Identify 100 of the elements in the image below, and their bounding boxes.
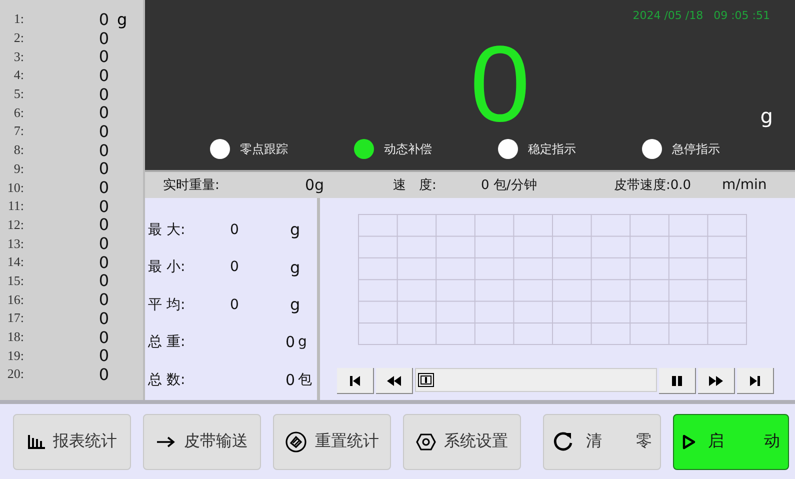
stat-value: 0 (284, 333, 295, 352)
stat-value: 0 (230, 222, 240, 238)
button-label: 启 (708, 431, 724, 452)
unit-label: g (290, 258, 300, 277)
refresh-icon (552, 430, 574, 452)
row-value: 0 (98, 28, 109, 48)
arrow-right-icon (156, 436, 176, 448)
skip-forward-icon (749, 374, 761, 386)
skip-back-icon (349, 374, 361, 386)
row-index: 15: (6, 272, 24, 289)
toolbar-button[interactable]: 重置统计 (273, 414, 391, 470)
forward-button[interactable] (698, 368, 735, 394)
stat-value: 0 (230, 259, 240, 276)
button-label: 系统设置 (444, 431, 508, 452)
row-index: 5: (12, 86, 24, 102)
indicator-label: 稳定指示 (528, 140, 576, 158)
toolbar-button[interactable]: 系统设置 (403, 414, 521, 470)
button-label: 皮带输送 (184, 431, 248, 452)
row-index: 16: (6, 292, 24, 308)
stat-value: 0 (230, 296, 240, 313)
button-label: 报表统计 (53, 431, 117, 452)
stat-label: 平 均: (148, 296, 186, 314)
toolbar-button[interactable]: 清 零 (543, 414, 661, 470)
indicator-label: 零点跟踪 (240, 140, 288, 158)
indicator-label: 急停指示 (672, 140, 720, 158)
button-label: 零 (636, 431, 652, 452)
row-value: 0 (98, 140, 109, 160)
row-value: 0 (98, 346, 109, 366)
button-label: 重置统计 (315, 431, 379, 452)
stat-label: 最 小: (148, 258, 186, 276)
row-value: 0 (98, 66, 109, 85)
row-value: 0 (98, 234, 109, 254)
pause-icon (671, 374, 683, 386)
unit-label: g (290, 220, 300, 240)
last-button[interactable] (737, 368, 774, 394)
rewind-button[interactable] (376, 368, 413, 394)
bar-chart-icon (27, 434, 45, 450)
row-index: 8: (12, 142, 24, 158)
row-index: 17: (6, 310, 24, 326)
row-index: 11: (6, 198, 24, 214)
button-label: 动 (764, 431, 780, 452)
stat-value: 0 (284, 370, 295, 389)
fast-forward-icon (708, 374, 724, 386)
rewind-icon (386, 374, 402, 386)
row-value: 0 (98, 103, 109, 122)
scroll-thumb-icon[interactable] (418, 373, 434, 387)
unit-label: g (290, 295, 300, 314)
indicator-label: 动态补偿 (384, 140, 432, 158)
button-label: 清 (586, 431, 602, 452)
stat-label: 最 大: (148, 220, 186, 239)
row-value: 0 (98, 47, 109, 66)
row-index: 3: (12, 48, 24, 65)
row-index: 13: (6, 236, 24, 252)
row-value: 0 (98, 215, 109, 234)
row-index: 19: (6, 348, 24, 364)
row-index: 10: (6, 180, 24, 196)
row-index: 12: (6, 216, 24, 233)
row-value: 0 (98, 178, 109, 198)
pause-button[interactable] (659, 368, 696, 394)
row-value: 0 (98, 10, 109, 29)
scrollbar[interactable] (415, 368, 657, 392)
row-value: 0 (98, 196, 109, 216)
toolbar-button[interactable]: 报表统计 (13, 414, 131, 470)
row-value: 0 (98, 271, 109, 290)
row-value: 0 (98, 159, 109, 178)
row-value: 0 (98, 252, 109, 272)
row-index: 9: (12, 160, 24, 177)
row-index: 20: (6, 366, 24, 382)
weight-value: 0 (470, 30, 530, 138)
settings-icon (416, 432, 436, 450)
status-value: 0 包/分钟 (481, 177, 538, 194)
row-index: 1: (12, 11, 24, 28)
stat-label: 总 重: (148, 333, 186, 352)
row-index: 2: (12, 30, 24, 46)
unit-label: g (117, 10, 128, 29)
status-label: 速 度: (393, 177, 438, 194)
row-index: 14: (6, 254, 24, 270)
status-label: 皮带速度:0.0 (614, 177, 692, 194)
row-value: 0 (98, 328, 109, 347)
unit-label: 包 (298, 370, 312, 389)
row-index: 4: (12, 67, 24, 84)
row-value: 0 (98, 122, 109, 141)
status-value: m/min (722, 177, 767, 193)
unit-label: g (298, 334, 307, 350)
unit-label: g (760, 104, 773, 128)
row-value: 0 (98, 308, 109, 328)
status-value: 0g (305, 176, 326, 194)
start-button[interactable]: 启 动 (673, 414, 789, 470)
play-icon (682, 434, 696, 450)
stat-label: 总 数: (148, 370, 186, 389)
row-index: 6: (12, 104, 24, 121)
row-value: 0 (98, 84, 109, 104)
row-value: 0 (98, 290, 109, 310)
toolbar-button[interactable]: 皮带输送 (143, 414, 261, 470)
row-index: 18: (6, 329, 24, 346)
row-value: 0 (98, 364, 109, 384)
datetime: 2024 /05 /18 09 :05 :51 (632, 9, 770, 22)
row-index: 7: (12, 123, 24, 140)
status-label: 实时重量: (163, 177, 220, 194)
first-button[interactable] (337, 368, 374, 394)
